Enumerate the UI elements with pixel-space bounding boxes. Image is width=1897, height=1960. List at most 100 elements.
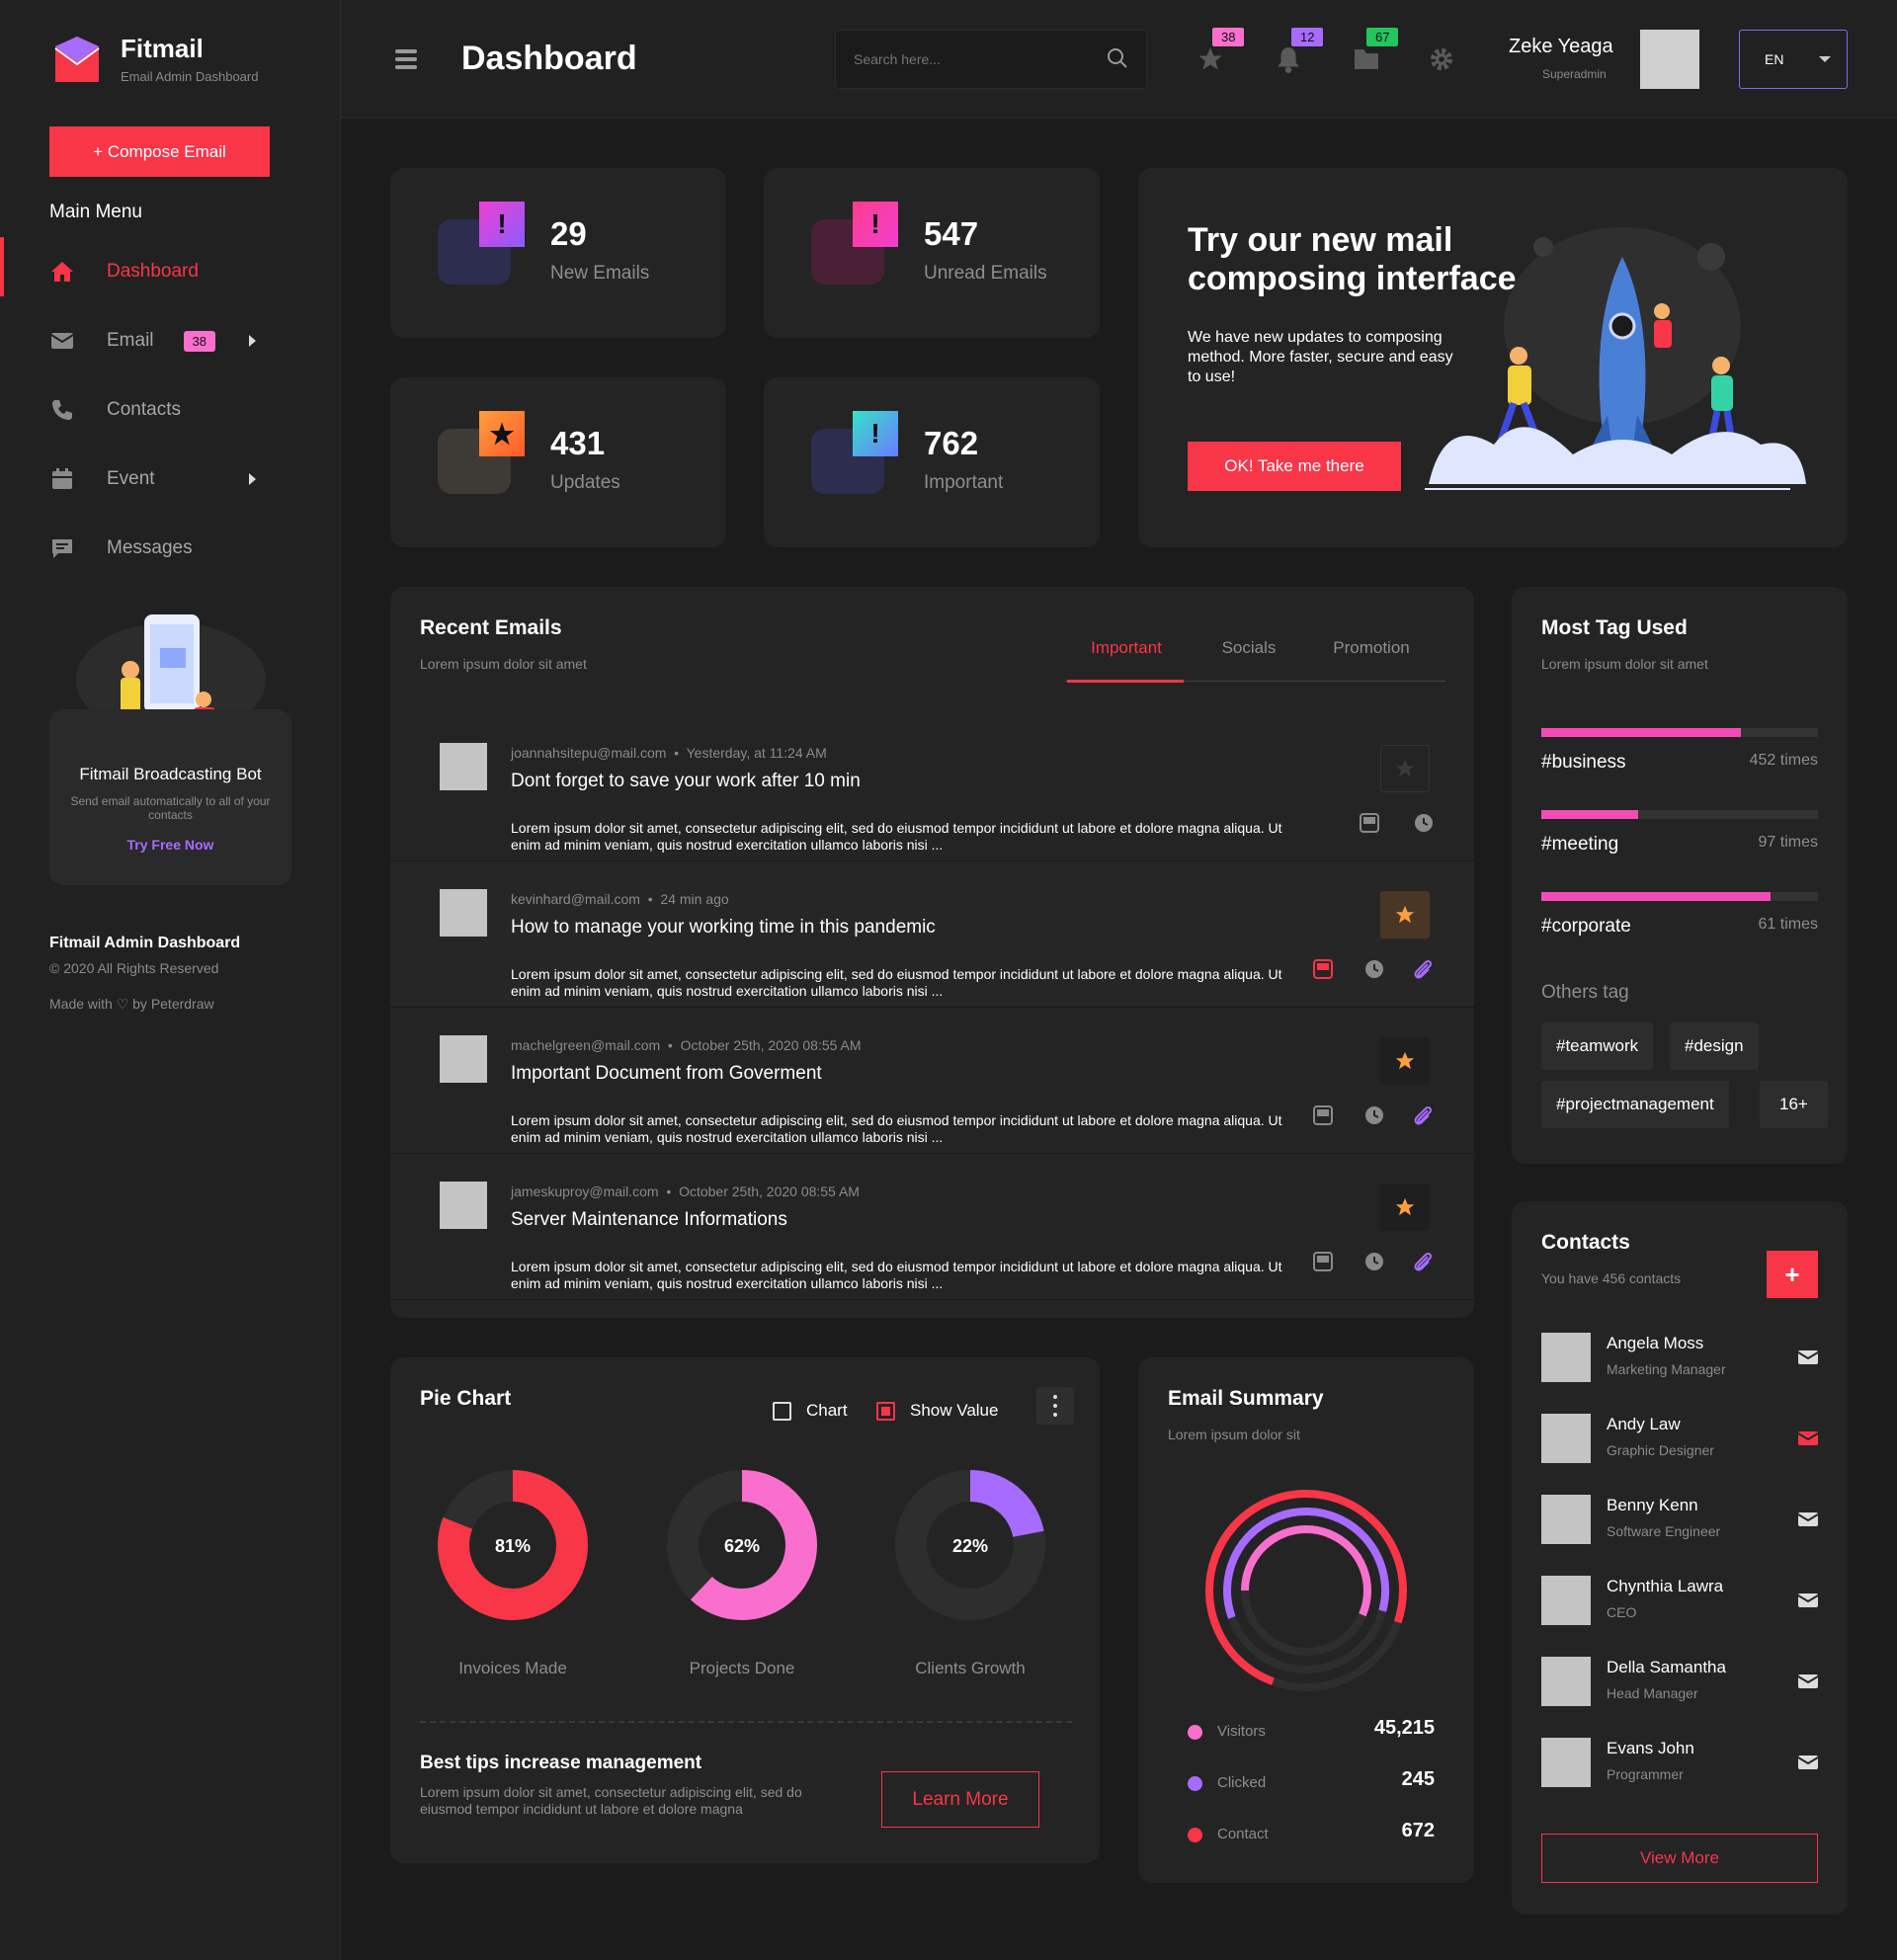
folder-icon[interactable] <box>1353 45 1380 71</box>
email-meta: machelgreen@mail.com • October 25th, 202… <box>511 1037 862 1053</box>
avatar[interactable] <box>1640 30 1699 89</box>
chat-icon <box>49 535 75 561</box>
recent-emails-card: Recent Emails Lorem ipsum dolor sit amet… <box>390 587 1474 1318</box>
clock-icon[interactable] <box>1413 812 1435 834</box>
contact-row[interactable]: Chynthia Lawra CEO <box>1541 1571 1818 1630</box>
user-name[interactable]: Zeke Yeaga <box>1509 36 1613 58</box>
tag-name: #business <box>1541 752 1626 773</box>
stat-card-new-emails[interactable]: ! 29 New Emails <box>390 168 726 338</box>
tag-row[interactable]: #corporate 61 times <box>1541 892 1818 937</box>
stat-value: 547 <box>924 215 979 252</box>
mail-icon[interactable] <box>1798 1430 1818 1446</box>
contact-name: Della Samantha <box>1607 1658 1726 1676</box>
language-value: EN <box>1765 51 1784 67</box>
tips-sub: Lorem ipsum dolor sit amet, consectetur … <box>420 1784 802 1817</box>
star-badge: 38 <box>1212 28 1245 46</box>
sidebar-item-label: Contacts <box>107 399 181 420</box>
legend-dot <box>1188 1828 1202 1842</box>
compose-email-button[interactable]: + Compose Email <box>49 126 270 177</box>
email-row[interactable]: kevinhard@mail.com • 24 min ago How to m… <box>390 861 1474 1008</box>
clock-icon[interactable] <box>1363 1104 1385 1126</box>
sidebar-item-email[interactable]: Email 38 <box>0 306 341 375</box>
divider <box>420 1721 1072 1723</box>
brand[interactable]: Fitmail Email Admin Dashboard <box>53 36 258 84</box>
tab-important[interactable]: Important <box>1065 634 1188 683</box>
donut-label: Projects Done <box>689 1659 795 1677</box>
mail-icon[interactable] <box>1798 1349 1818 1365</box>
user-role: Superadmin <box>1542 67 1607 81</box>
tags-sub: Lorem ipsum dolor sit amet <box>1541 656 1708 672</box>
email-meta: jameskuproy@mail.com • October 25th, 202… <box>511 1184 860 1199</box>
search-icon[interactable] <box>1107 47 1128 69</box>
search-input[interactable] <box>835 30 1147 89</box>
paperclip-icon[interactable] <box>1412 958 1434 982</box>
tag-count: 452 times <box>1749 752 1818 769</box>
star-button[interactable] <box>1380 1037 1430 1085</box>
promo-card: Try our new mail composing interface We … <box>1138 168 1848 547</box>
bell-icon[interactable] <box>1276 45 1301 73</box>
donut-label: Invoices Made <box>458 1659 567 1677</box>
mail-icon[interactable] <box>1798 1511 1818 1527</box>
summary-sub: Lorem ipsum dolor sit <box>1168 1427 1300 1442</box>
paperclip-icon[interactable] <box>1412 1251 1434 1274</box>
mail-icon[interactable] <box>1798 1755 1818 1770</box>
gear-icon[interactable] <box>1428 45 1455 73</box>
sidebar-item-contacts[interactable]: Contacts <box>0 375 341 445</box>
chart-checkbox[interactable]: Chart <box>773 1401 848 1421</box>
star-button[interactable] <box>1380 745 1430 792</box>
clock-icon[interactable] <box>1363 1251 1385 1272</box>
learn-more-button[interactable]: Learn More <box>881 1771 1039 1828</box>
avatar <box>1541 1495 1591 1544</box>
star-button[interactable] <box>1380 1184 1430 1231</box>
archive-icon[interactable] <box>1312 1104 1334 1126</box>
archive-icon[interactable] <box>1312 958 1334 980</box>
sidebar-item-event[interactable]: Event <box>0 445 341 514</box>
contact-row[interactable]: Evans John Programmer <box>1541 1733 1818 1792</box>
menu-title: Main Menu <box>49 202 142 222</box>
tab-promotion[interactable]: Promotion <box>1310 634 1433 681</box>
contact-row[interactable]: Benny Kenn Software Engineer <box>1541 1490 1818 1549</box>
email-row[interactable]: machelgreen@mail.com • October 25th, 202… <box>390 1008 1474 1154</box>
contact-row[interactable]: Angela Moss Marketing Manager <box>1541 1328 1818 1387</box>
contact-row[interactable]: Andy Law Graphic Designer <box>1541 1409 1818 1468</box>
mail-icon[interactable] <box>1798 1674 1818 1689</box>
view-more-button[interactable]: View More <box>1541 1834 1818 1883</box>
sidebar-item-label: Messages <box>107 537 193 558</box>
add-contact-button[interactable]: + <box>1767 1251 1818 1298</box>
footer-title: Fitmail Admin Dashboard <box>49 935 241 951</box>
star-button[interactable] <box>1380 891 1430 939</box>
tag-row[interactable]: #business 452 times <box>1541 728 1818 773</box>
contact-row[interactable]: Della Samantha Head Manager <box>1541 1652 1818 1711</box>
take-me-there-button[interactable]: OK! Take me there <box>1188 442 1401 491</box>
sidebar-item-dashboard[interactable]: Dashboard <box>0 237 341 306</box>
email-summary-card: Email Summary Lorem ipsum dolor sit Visi… <box>1138 1357 1474 1883</box>
clock-icon[interactable] <box>1363 958 1385 980</box>
chevron-right-icon[interactable] <box>249 335 256 347</box>
tag-chip[interactable]: #teamwork <box>1541 1022 1654 1070</box>
tag-chip[interactable]: #design <box>1670 1022 1759 1070</box>
tag-row[interactable]: #meeting 97 times <box>1541 810 1818 855</box>
email-row[interactable]: jameskuproy@mail.com • October 25th, 202… <box>390 1154 1474 1300</box>
language-select[interactable]: EN <box>1739 30 1848 89</box>
try-free-link[interactable]: Try Free Now <box>49 837 291 853</box>
more-tags-chip[interactable]: 16+ <box>1760 1081 1828 1128</box>
archive-icon[interactable] <box>1312 1251 1334 1272</box>
mail-icon[interactable] <box>1798 1592 1818 1608</box>
star-icon[interactable] <box>1196 45 1224 73</box>
show-value-checkbox[interactable]: Show Value <box>876 1401 998 1421</box>
sidebar-item-messages[interactable]: Messages <box>0 514 341 583</box>
legend-value: 245 <box>1401 1768 1435 1790</box>
contacts-card: Contacts You have 456 contacts + Angela … <box>1512 1201 1848 1915</box>
tab-socials[interactable]: Socials <box>1188 634 1310 681</box>
tag-chip[interactable]: #projectmanagement <box>1541 1081 1729 1128</box>
tag-name: #corporate <box>1541 916 1631 937</box>
stat-card-important[interactable]: ! 762 Important <box>764 377 1100 547</box>
more-options-icon[interactable] <box>1036 1387 1074 1425</box>
chevron-right-icon[interactable] <box>249 473 256 485</box>
archive-icon[interactable] <box>1359 812 1380 834</box>
email-row[interactable]: joannahsitepu@mail.com • Yesterday, at 1… <box>390 715 1474 861</box>
hamburger-icon[interactable] <box>395 49 417 73</box>
paperclip-icon[interactable] <box>1412 1104 1434 1128</box>
stat-card-updates[interactable]: ★ 431 Updates <box>390 377 726 547</box>
stat-card-unread-emails[interactable]: ! 547 Unread Emails <box>764 168 1100 338</box>
